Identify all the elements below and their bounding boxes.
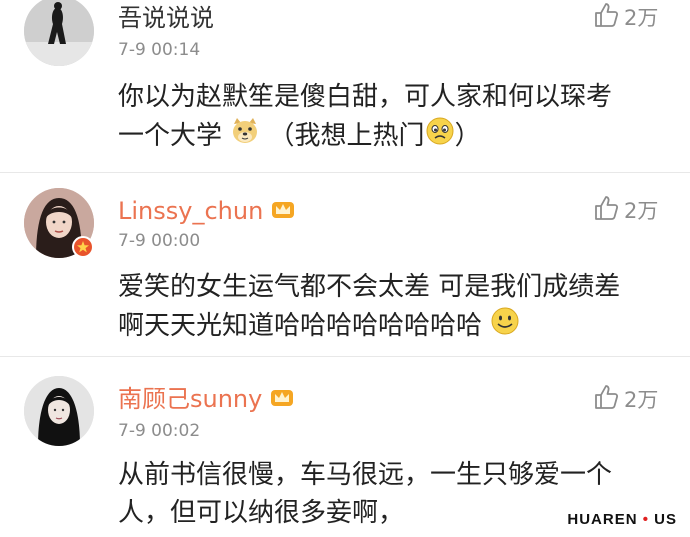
username[interactable]: 南顾己sunny: [118, 384, 296, 416]
comment-text: 爱笑的女生运气都不会太差 可是我们成绩差 啊天天光知道哈哈哈哈哈哈哈哈: [118, 268, 678, 347]
comment-text-line: 一个大学 （我想上热门 ）: [118, 116, 678, 157]
vip-crown-icon: [268, 384, 296, 416]
watermark-text: HUAREN: [567, 511, 638, 528]
comment-text-line: 啊天天光知道哈哈哈哈哈哈哈哈: [118, 306, 678, 347]
comment-text-segment: ）: [454, 121, 481, 151]
smile-emoji-icon: [490, 306, 520, 347]
like-button[interactable]: 2万: [592, 2, 658, 32]
watermark: HUAREN • US: [564, 510, 680, 529]
doge-emoji-icon: [230, 116, 260, 157]
like-count: 2万: [624, 6, 659, 30]
sad-emoji-icon: [425, 116, 455, 157]
like-count: 2万: [624, 388, 659, 412]
avatar[interactable]: [24, 376, 94, 446]
timestamp: 7-9 00:02: [118, 421, 201, 441]
like-button[interactable]: 2万: [592, 195, 658, 225]
comment-item: 吾说说说 7-9 00:14 2万 你以为赵默笙是傻白甜，可人家和何以琛考 一个…: [0, 0, 690, 172]
thumbs-up-icon: [592, 1, 620, 33]
timestamp: 7-9 00:14: [118, 40, 201, 60]
comment-text-line: 从前书信很慢，车马很远，一生只够爱一个: [118, 460, 613, 490]
watermark-text: US: [654, 511, 677, 528]
username[interactable]: 吾说说说: [118, 4, 214, 32]
comment-text-segment: （我想上热门: [268, 121, 425, 151]
username-text: Linssy_chun: [118, 197, 264, 225]
comment-text-line: 你以为赵默笙是傻白甜，可人家和何以琛考: [118, 82, 613, 112]
thumbs-up-icon: [592, 383, 620, 415]
comment-text: 你以为赵默笙是傻白甜，可人家和何以琛考 一个大学 （我想上热门 ）: [118, 78, 678, 157]
username-text: 南顾己sunny: [118, 385, 263, 413]
comment-item: Linssy_chun 7-9 00:00 2万 爱笑的女生运气都不会太差 可是…: [0, 180, 690, 352]
like-button[interactable]: 2万: [592, 384, 658, 414]
divider: [0, 356, 690, 357]
watermark-dot: •: [642, 511, 649, 528]
avatar[interactable]: [24, 0, 94, 66]
comment-text-segment: 一个大学: [118, 121, 223, 151]
comment-text-segment: 啊天天光知道哈哈哈哈哈哈哈哈: [118, 311, 483, 341]
vip-crown-icon: [269, 196, 297, 228]
verified-badge-icon: [72, 236, 94, 262]
like-count: 2万: [624, 199, 659, 223]
username[interactable]: Linssy_chun: [118, 196, 297, 228]
timestamp: 7-9 00:00: [118, 231, 201, 251]
thumbs-up-icon: [592, 194, 620, 226]
divider: [0, 172, 690, 173]
comment-text-line: 爱笑的女生运气都不会太差 可是我们成绩差: [118, 272, 621, 302]
